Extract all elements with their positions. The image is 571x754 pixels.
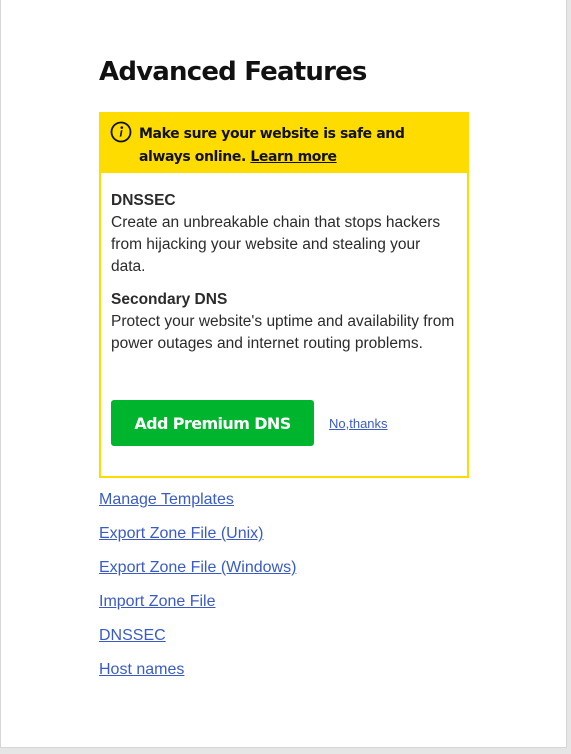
promo-banner: Make sure your website is safe and alway… <box>101 114 467 173</box>
list-item: Manage Templates <box>99 490 296 524</box>
import-zone-file-link[interactable]: Import Zone File <box>99 593 215 610</box>
advanced-features-panel: Advanced Features Make sure your website… <box>0 0 567 748</box>
no-thanks-link[interactable]: No,thanks <box>329 416 388 431</box>
manage-templates-link[interactable]: Manage Templates <box>99 491 234 508</box>
feature-description: Create an unbreakable chain that stops h… <box>111 214 441 275</box>
list-item: DNSSEC <box>99 626 296 660</box>
add-premium-dns-button[interactable]: Add Premium DNS <box>111 400 314 446</box>
feature-dnssec: DNSSEC Create an unbreakable chain that … <box>111 190 459 278</box>
premium-dns-promo: Make sure your website is safe and alway… <box>99 112 469 478</box>
feature-secondary-dns: Secondary DNS Protect your website's upt… <box>111 289 459 355</box>
list-item: Export Zone File (Windows) <box>99 558 296 592</box>
host-names-link[interactable]: Host names <box>99 661 184 678</box>
export-zone-windows-link[interactable]: Export Zone File (Windows) <box>99 559 296 576</box>
list-item: Host names <box>99 660 296 694</box>
page-title: Advanced Features <box>99 57 367 87</box>
list-item: Import Zone File <box>99 592 296 626</box>
advanced-links-list: Manage Templates Export Zone File (Unix)… <box>99 490 296 694</box>
list-item: Export Zone File (Unix) <box>99 524 296 558</box>
promo-banner-text: Make sure your website is safe and alway… <box>139 123 459 169</box>
feature-title: DNSSEC <box>111 192 176 209</box>
feature-description: Protect your website's uptime and availa… <box>111 313 455 352</box>
info-icon <box>110 121 132 143</box>
export-zone-unix-link[interactable]: Export Zone File (Unix) <box>99 525 264 542</box>
dnssec-link[interactable]: DNSSEC <box>99 627 166 644</box>
feature-title: Secondary DNS <box>111 291 228 308</box>
learn-more-link[interactable]: Learn more <box>250 149 337 165</box>
